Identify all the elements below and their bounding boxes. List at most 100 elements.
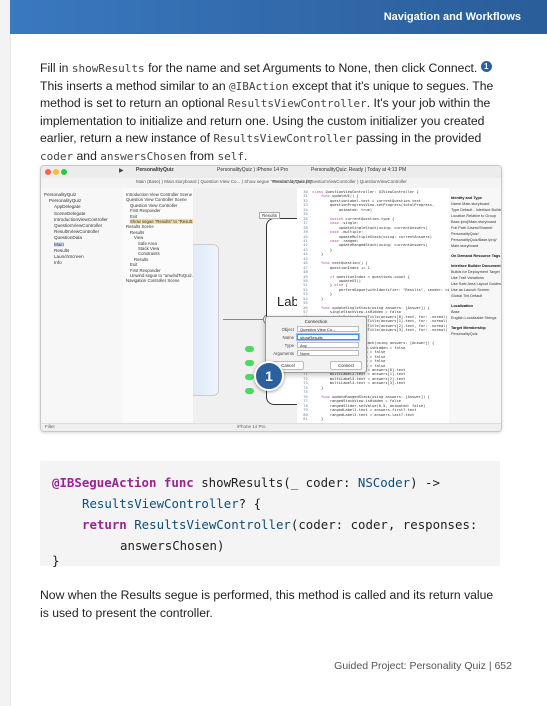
inspector-field[interactable]: PersonalityQuiz [451,332,478,336]
navigator-item[interactable]: Results [54,248,69,253]
xcode-bottom-bar: Filter iPhone 14 Pro [41,423,501,431]
outline-item[interactable]: Constraints [138,251,160,256]
close-icon[interactable] [45,169,51,175]
inspector-field[interactable]: Full Path /Users/Shared/ [451,226,492,230]
code-line: 37 case .single: [301,221,359,225]
navigator-item[interactable]: QuestionViewController [54,223,102,228]
run-destination[interactable]: PersonalityQuiz ) iPhone 14 Pro [217,167,288,173]
inspector-field[interactable]: Main.storyboard [451,244,478,248]
outline-item[interactable]: Question View Controller [130,203,177,208]
intro-paragraph: Fill in showResults for the name and set… [40,60,502,165]
code-line: 42 updateRangedStack(using: currentAnswe… [301,243,427,247]
outline-item[interactable]: Unwind segue to "unwindToQuiz... [130,273,195,278]
code-text: multiLabel3.text = answers[2].text [312,376,406,381]
inspector-field[interactable]: Global Tint Default [451,294,482,298]
line-number: 79 [301,408,313,413]
zoom-icon[interactable] [61,169,67,175]
code-line: 55 [301,301,312,305]
outline-item[interactable]: Show segue "Results" to "Result... [130,219,196,224]
inspector-field[interactable]: Use Safe Area Layout Guides [451,282,501,286]
outline-item[interactable]: Stack View [138,246,159,251]
code-block: @IBSegueAction func showResults(_ coder:… [40,461,500,568]
line-number: 38 [301,225,313,230]
inspector-field[interactable]: Name Main.storyboard [451,202,489,206]
outline-item[interactable]: Introduction View Controller Scene [126,192,192,197]
code-text: case .ranged: [329,238,359,243]
code-text: } [312,385,324,390]
navigator-item[interactable]: PersonalityQuiz [44,192,76,197]
arguments-select[interactable]: None [297,350,359,356]
inspector-field[interactable]: Use as Launch Screen [451,288,489,292]
line-number: 36 [301,216,313,221]
inline-code: @IBAction [228,79,289,93]
inspector-field[interactable]: Use Trait Variations [451,276,484,280]
inspector-field[interactable]: PersonalityQuiz/ [451,232,479,236]
navigator-item[interactable]: Info [54,260,62,265]
page-header: Navigation and Workflows [10,0,547,34]
code-line: 79 rangedLabel1.text = answers.first?.te… [301,408,416,412]
navigator-item[interactable]: IntroductionViewController [54,217,108,222]
popover-title: Connection [304,319,328,324]
inspector-field[interactable]: Base.lproj/Main.storyboard [451,220,496,224]
code-line: 78 rangedSlider.setValue(0.5, animated: … [301,404,425,408]
code-line: 80 rangedLabel2.text = answers.last?.tex… [301,413,414,417]
outline-item[interactable]: Results [134,257,148,262]
code-text: } [312,252,324,257]
navigator-item[interactable]: SceneDelegate [54,211,85,216]
scene-title: Results [259,212,281,219]
navigator-item[interactable]: Main [54,241,64,247]
inspector-field[interactable]: Base [451,310,460,314]
code-text: class QuestionViewController: UIViewCont… [312,190,419,194]
outro-paragraph: Now when the Results segue is performed,… [40,588,494,620]
code-breadcrumb[interactable]: PersonalityQuiz ) QuestionViewController… [273,179,407,184]
intro-text: for the name and set Arguments to None, … [144,61,481,75]
line-number: 57 [301,310,313,315]
switch-control [245,346,254,352]
minimize-icon[interactable] [53,169,59,175]
name-field[interactable]: showResults [297,334,359,340]
code-keyword: @IBSegueAction [52,475,157,490]
outline-item[interactable]: Safe Area [138,241,157,246]
inspector-field[interactable]: PersonalityQuiz/Base.lproj/ [451,238,497,242]
line-number: 50 [301,279,313,283]
line-number: 37 [301,221,313,226]
inspector-field[interactable]: Type Default - Interface Builder [451,208,501,212]
code-type: NSCoder [357,475,411,490]
code-line: 76 func updateRangedStack(using answers:… [301,395,430,399]
type-select[interactable]: Any [297,342,359,348]
object-field[interactable]: Question View Co... [297,326,359,332]
navigator-filter[interactable]: Filter [45,424,55,429]
outline-item[interactable]: Exit [130,262,137,267]
navigator-item[interactable]: ResultsViewController [54,229,99,234]
inspector-field[interactable]: Builds for Deployment Target (16.0) [451,270,501,274]
navigator-item[interactable]: QuestionData [54,235,82,240]
outline-item[interactable]: First Responder [130,268,161,273]
navigator-item[interactable]: PersonalityQuiz [49,198,81,203]
scheme-name[interactable]: PersonalityQuiz [136,167,174,173]
run-icon[interactable]: ▶ [119,167,124,174]
outline-item[interactable]: Question View Controller Scene [126,197,187,202]
intro-text: from [186,148,218,163]
navigator-item[interactable]: LaunchScreen [54,254,84,259]
code-line: 81 } [301,417,323,421]
outline-item[interactable]: Results [130,230,144,235]
outline-item[interactable]: Navigation Controller Scene [126,278,180,283]
outline-item[interactable]: Results Scene [126,224,154,229]
question-scene[interactable] [193,244,219,396]
code-line: ResultsViewController? { [82,496,261,511]
code-editor[interactable]: 30 class QuestionViewController: UIViewC… [297,188,450,423]
inspector-field[interactable]: English Localizable Strings [451,316,496,320]
line-number: 75 [301,390,313,395]
outline-item[interactable]: First Responder [130,208,161,213]
line-number: 52 [301,287,313,292]
inspector-field[interactable]: Location Relative to Group [451,214,496,218]
project-navigator: PersonalityQuiz PersonalityQuiz AppDelegat… [41,188,124,423]
device-config[interactable]: iPhone 14 Pro [237,424,266,429]
outline-item[interactable]: View [134,235,143,240]
segue-line[interactable] [223,319,267,320]
inline-code: ResultsViewController [227,97,367,110]
connect-button[interactable]: Connect [330,361,362,370]
outline-item[interactable]: Exit [130,214,137,219]
navigator-item[interactable]: AppDelegate [54,204,81,209]
line-number: 74 [301,385,313,390]
